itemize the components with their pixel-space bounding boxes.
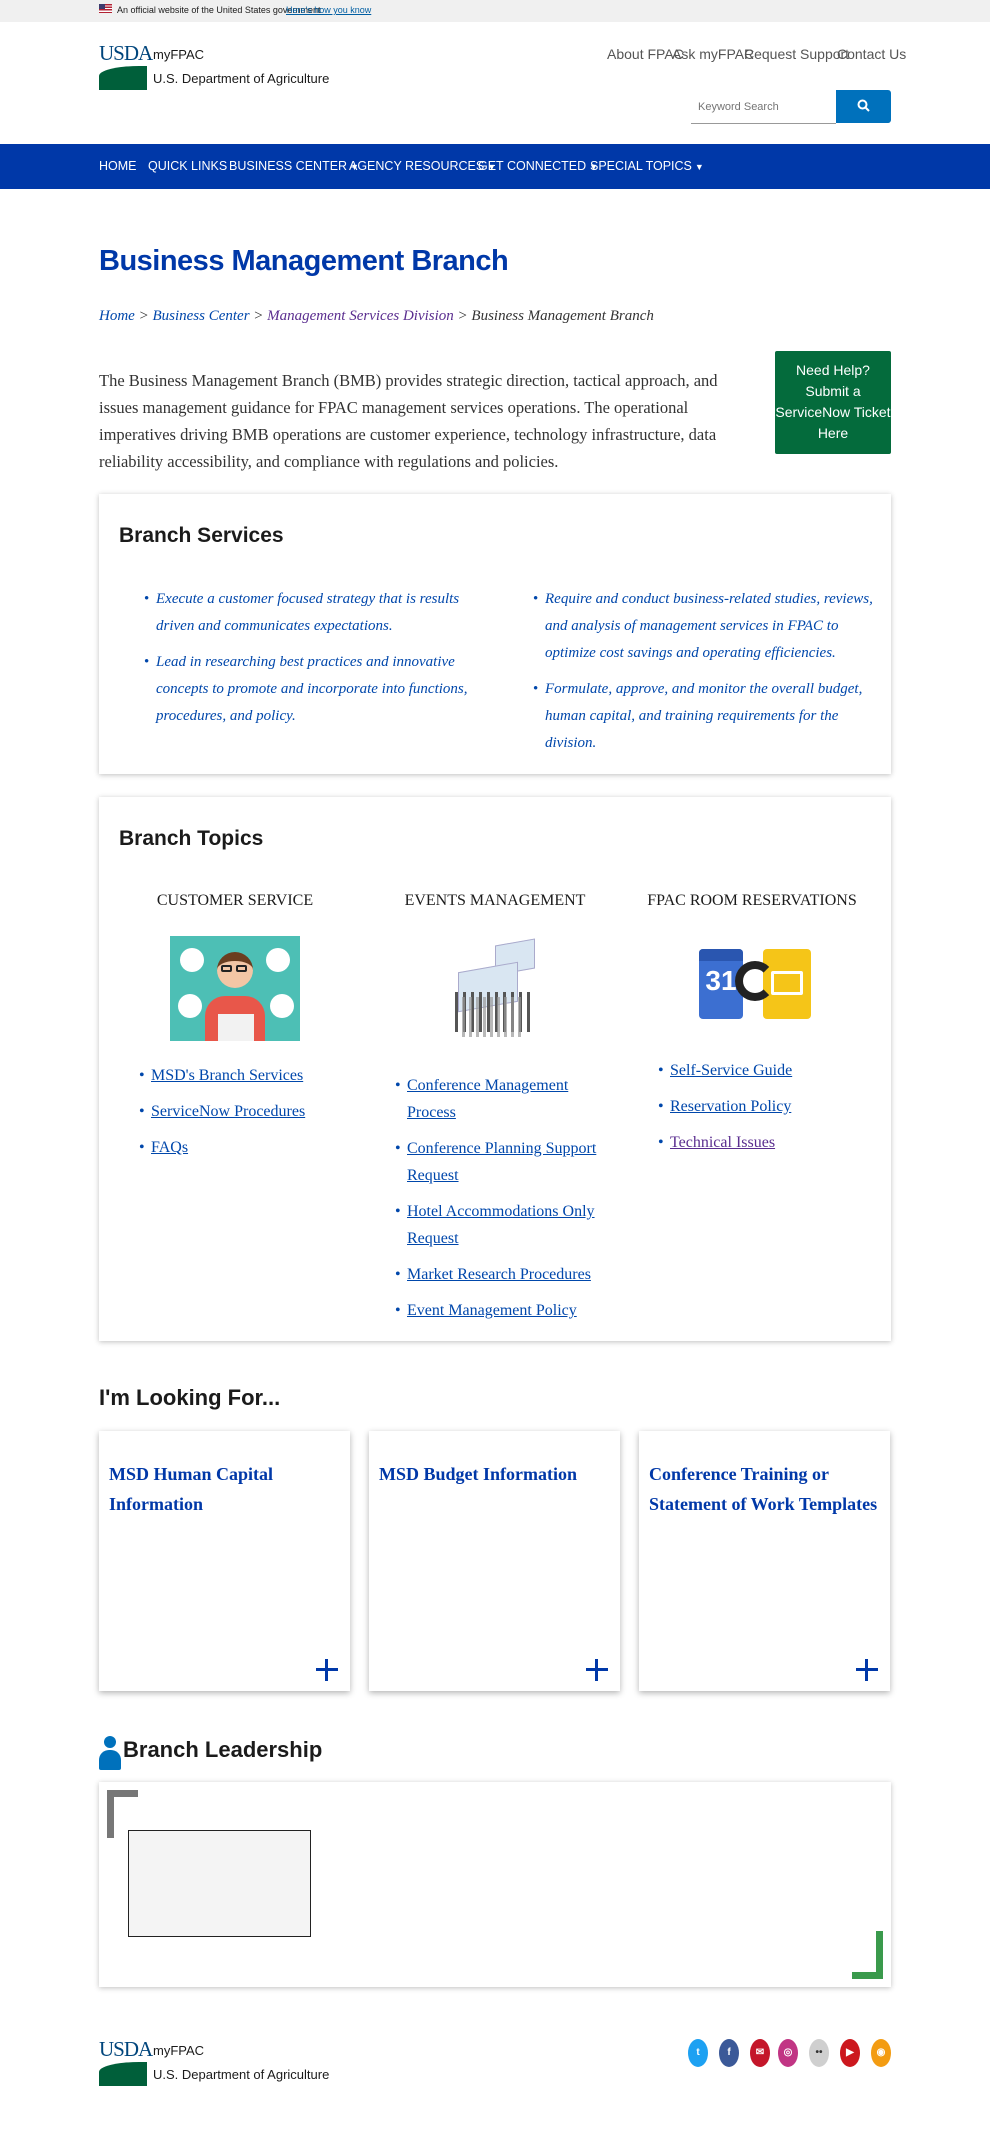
topic-title-fpac-room-reservations: FPAC ROOM RESERVATIONS (647, 892, 857, 909)
twitter-icon[interactable]: t (688, 2039, 708, 2067)
person-icon (99, 1736, 121, 1770)
list-item: Conference Management Process (395, 1072, 621, 1126)
heres-how-you-know-link[interactable]: Here's how you know (286, 5, 371, 15)
main-nav: HOME QUICK LINKS BUSINESS CENTER ▼ AGENCY… (0, 144, 990, 189)
leader-photo-placeholder (128, 1830, 311, 1937)
contact-us-link[interactable]: Contact Us (837, 46, 906, 62)
list-item: FAQs (139, 1134, 340, 1161)
list-item: Hotel Accommodations Only Request (395, 1198, 621, 1252)
instagram-icon[interactable]: ◎ (778, 2039, 798, 2067)
branch-leadership-card (99, 1782, 891, 1987)
us-flag-icon (99, 4, 112, 13)
ask-myfpac-link[interactable]: Ask myFPAC (672, 46, 754, 62)
search-input[interactable] (691, 90, 836, 124)
breadcrumb-home[interactable]: Home (99, 308, 135, 324)
page-title: Business Management Branch (99, 245, 509, 277)
nav-get-connected[interactable]: GET CONNECTED ▼ (478, 159, 598, 173)
list-item: Execute a customer focused strategy that… (144, 586, 485, 640)
topic-title-customer-service: CUSTOMER SERVICE (156, 892, 314, 909)
customer-service-image (170, 936, 300, 1041)
plus-icon (856, 1659, 878, 1681)
branch-topics-title: Branch Topics (119, 827, 264, 850)
search-icon (857, 99, 870, 112)
sync-icon (735, 961, 775, 1001)
branch-services-card: Branch Services Execute a customer focus… (99, 494, 891, 774)
caret-down-icon: ▼ (694, 162, 704, 172)
list-item: Reservation Policy (658, 1093, 859, 1120)
event-management-policy-link[interactable]: Event Management Policy (407, 1302, 577, 1319)
request-support-link[interactable]: Request Support (744, 46, 849, 62)
conference-planning-support-request-link[interactable]: Conference Planning Support Request (407, 1140, 596, 1184)
list-item: Conference Planning Support Request (395, 1135, 621, 1189)
look-card-human-capital[interactable]: MSD Human Capital Information (99, 1431, 350, 1691)
breadcrumb-business-center[interactable]: Business Center (152, 308, 249, 324)
nav-home[interactable]: HOME (99, 159, 137, 173)
corner-accent-bottom (852, 1931, 883, 1979)
look-card-budget[interactable]: MSD Budget Information (369, 1431, 620, 1691)
rss-icon[interactable]: ◉ (871, 2039, 891, 2067)
list-item: Market Research Procedures (395, 1261, 621, 1288)
breadcrumb-current: Business Management Branch (471, 308, 654, 324)
list-item: Technical Issues (658, 1129, 859, 1156)
faqs-link[interactable]: FAQs (151, 1139, 188, 1156)
msd-branch-services-link[interactable]: MSD's Branch Services (151, 1067, 303, 1084)
technical-issues-link[interactable]: Technical Issues (670, 1134, 775, 1151)
conference-management-process-link[interactable]: Conference Management Process (407, 1077, 568, 1121)
intro-text: The Business Management Branch (BMB) pro… (99, 371, 718, 471)
branch-leadership-title: Branch Leadership (123, 1737, 323, 1762)
room-reservations-links: Self-Service Guide Reservation Policy Te… (658, 1057, 859, 1165)
branch-topics-card: Branch Topics CUSTOMER SERVICE MSD's Bra… (99, 797, 891, 1341)
nav-special-topics[interactable]: SPECIAL TOPICS ▼ (590, 159, 704, 173)
list-item: Lead in researching best practices and i… (144, 649, 485, 730)
plus-icon (586, 1659, 608, 1681)
footer-site-name[interactable]: myFPAC U.S. Department of Agriculture (153, 2039, 329, 2087)
youtube-icon[interactable]: ▶ (840, 2039, 860, 2067)
events-management-links: Conference Management Process Conference… (395, 1072, 621, 1333)
topic-title-events-management: EVENTS MANAGEMENT (404, 892, 586, 909)
list-item: MSD's Branch Services (139, 1062, 340, 1089)
services-list-right: Require and conduct business-related stu… (533, 586, 874, 766)
list-item: Formulate, approve, and monitor the over… (533, 676, 874, 757)
plus-icon (316, 1659, 338, 1681)
events-management-image (450, 937, 545, 1047)
facebook-icon[interactable]: f (719, 2039, 739, 2067)
flickr-icon[interactable]: •• (809, 2039, 829, 2067)
list-item: ServiceNow Procedures (139, 1098, 340, 1125)
servicenow-help-button[interactable]: Need Help? Submit a ServiceNow Ticket He… (775, 351, 891, 454)
reservation-policy-link[interactable]: Reservation Policy (670, 1098, 791, 1115)
list-item: Self-Service Guide (658, 1057, 859, 1084)
gov-banner: An official website of the United States… (0, 0, 990, 22)
looking-for-title: I'm Looking For... (99, 1385, 281, 1410)
market-research-procedures-link[interactable]: Market Research Procedures (407, 1266, 591, 1283)
customer-service-links: MSD's Branch Services ServiceNow Procedu… (139, 1062, 340, 1170)
look-card-conference-training[interactable]: Conference Training or Statement of Work… (639, 1431, 890, 1691)
nav-business-center[interactable]: BUSINESS CENTER ▼ (229, 159, 359, 173)
usda-logo[interactable]: USDA (99, 42, 153, 90)
servicenow-procedures-link[interactable]: ServiceNow Procedures (151, 1103, 305, 1120)
room-reservations-image: 31 (699, 945, 811, 1021)
branch-services-title: Branch Services (119, 524, 284, 547)
nav-agency-resources[interactable]: AGENCY RESOURCES ▼ (349, 159, 496, 173)
site-name[interactable]: myFPAC U.S. Department of Agriculture (153, 43, 329, 91)
self-service-guide-link[interactable]: Self-Service Guide (670, 1062, 792, 1079)
hotel-accommodations-only-request-link[interactable]: Hotel Accommodations Only Request (407, 1203, 595, 1247)
breadcrumb-msd[interactable]: Management Services Division (267, 308, 454, 324)
search-button[interactable] (836, 90, 891, 123)
nav-quick-links[interactable]: QUICK LINKS (148, 159, 227, 173)
list-item: Require and conduct business-related stu… (533, 586, 874, 667)
services-list-left: Execute a customer focused strategy that… (144, 586, 485, 739)
list-item: Event Management Policy (395, 1297, 621, 1324)
govdelivery-icon[interactable]: ✉ (750, 2039, 770, 2067)
footer-usda-logo[interactable]: USDA (99, 2038, 153, 2086)
breadcrumb: Home > Business Center > Management Serv… (99, 308, 654, 324)
